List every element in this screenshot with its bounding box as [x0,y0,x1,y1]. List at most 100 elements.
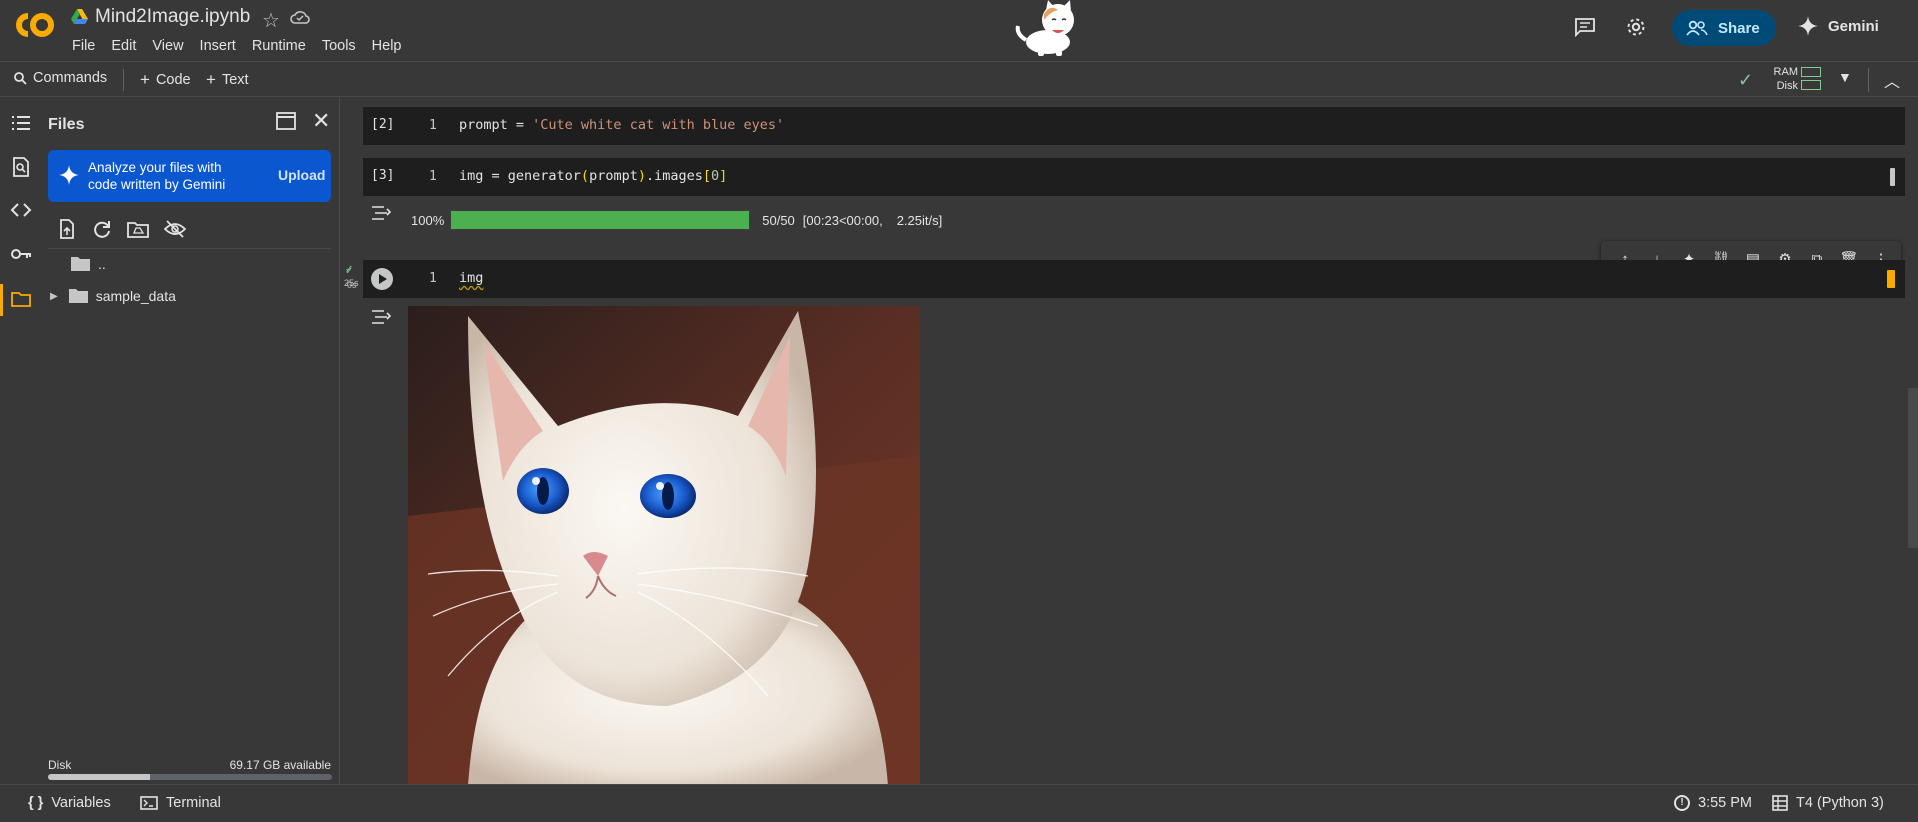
terminal-label: Terminal [166,795,221,811]
menu-view[interactable]: View [152,38,183,54]
folder-open-icon [71,257,90,271]
secrets-key-icon[interactable] [10,243,32,265]
execution-time-status[interactable]: ! 3:55 PM [1674,795,1752,811]
code-editor[interactable]: img = generator(prompt).images[0] [459,168,727,184]
notebook-toolbar: Commands + Code + Text ✓ RAM Disk ▼ ︿ [0,61,1918,97]
divider [48,248,331,249]
run-cell-button[interactable] [371,268,393,290]
people-icon [1686,20,1708,36]
code-cell[interactable]: 1 img [363,260,1905,298]
line-number: 1 [429,118,437,133]
status-bar: { } Variables Terminal ! 3:55 PM T4 (Pyt… [0,784,1918,822]
variables-label: Variables [51,795,111,811]
code-cell[interactable]: [2] 1 prompt = 'Cute white cat with blue… [363,107,1905,145]
disk-available-text: 69.17 GB available [229,758,331,772]
tree-item-parent[interactable]: .. [70,252,106,276]
menu-insert[interactable]: Insert [200,38,236,54]
refresh-icon[interactable] [91,218,113,240]
cloud-saved-icon[interactable] [290,10,310,24]
settings-gear-icon[interactable] [1624,15,1648,39]
gemini-banner-text: Analyze your files with code written by … [88,160,226,192]
code-cell[interactable]: [3] 1 img = generator(prompt).images[0] [363,158,1905,196]
upload-button[interactable]: Upload [278,167,325,183]
menu-tools[interactable]: Tools [322,38,356,54]
menu-edit[interactable]: Edit [111,38,136,54]
menu-help[interactable]: Help [372,38,402,54]
code-token: prompt [589,168,638,184]
cell-scrollbar[interactable] [1890,168,1895,186]
search-icon [14,71,27,85]
cell-scrollbar[interactable] [1887,270,1895,288]
runtime-dropdown-icon[interactable]: ▼ [1838,69,1852,85]
add-text-button[interactable]: + Text [206,70,249,90]
add-code-button[interactable]: + Code [140,70,191,90]
code-token: img [459,270,484,286]
disk-usage-fill [48,774,151,780]
runtime-server-icon [1772,795,1788,811]
variables-button[interactable]: { } Variables [28,795,111,811]
notebook-area: [2] 1 prompt = 'Cute white cat with blue… [341,98,1918,784]
drive-icon [71,9,88,24]
progress-output: 100% 50/50 [00:23<00:00, 2.25it/s] [411,210,942,230]
share-button[interactable]: Share [1672,10,1776,46]
gemini-sparkle-icon [59,165,79,185]
disk-usage-label: Disk [48,758,72,772]
tree-item-sample-data[interactable]: ▶ sample_data [50,284,176,308]
expand-arrow-icon[interactable]: ▶ [50,291,58,302]
gemini-analyze-banner: Analyze your files with code written by … [48,150,331,202]
code-snippets-icon[interactable] [10,199,32,221]
menu-bar: File Edit View Insert Runtime Tools Help [72,38,418,54]
header: Mind2Image.ipynb ☆ File Edit View Insert… [0,0,1918,61]
colab-logo-icon[interactable] [14,10,56,40]
resource-labels[interactable]: RAM Disk [1772,65,1798,93]
output-actions-icon[interactable] [371,204,393,222]
output-actions-icon[interactable] [371,308,393,326]
gemini-button[interactable]: Gemini [1798,16,1879,36]
collapse-header-icon[interactable]: ︿ [1884,68,1900,92]
code-number-token: 0 [711,168,720,184]
run-success-check-icon: ✓ [345,266,354,277]
mount-drive-icon[interactable] [127,218,149,240]
notebook-title[interactable]: Mind2Image.ipynb [95,6,250,28]
line-number: 1 [429,271,437,286]
cat-mascot-image [1015,0,1074,56]
close-icon[interactable]: ✕ [312,108,330,134]
connected-check-icon: ✓ [1738,70,1754,90]
code-token: .images [645,168,703,184]
progress-count: 50/50 [762,212,795,228]
progress-bar [450,210,751,230]
open-in-new-window-icon[interactable] [276,112,296,130]
code-token: prompt = [459,117,533,133]
code-string-token: 'Cute white cat with blue eyes' [532,117,785,133]
files-panel: Files ✕ Analyze your files with code wri… [40,98,340,784]
menu-runtime[interactable]: Runtime [252,38,306,54]
gemini-label: Gemini [1828,17,1879,35]
execution-count: [3] [371,168,395,183]
files-panel-title: Files [48,116,85,133]
terminal-button[interactable]: Terminal [140,795,221,811]
hide-eye-icon[interactable] [164,218,186,240]
runtime-status[interactable]: T4 (Python 3) [1772,795,1884,811]
notebook-scrollbar[interactable] [1908,388,1918,548]
disk-label: Disk [1776,80,1798,92]
colab-window: Mind2Image.ipynb ☆ File Edit View Insert… [0,0,1918,822]
commands-button[interactable]: Commands [14,70,107,86]
files-folder-icon[interactable] [10,288,32,310]
progress-percent: 100% [411,212,445,228]
toolbar-divider [1868,68,1869,92]
disk-meter [1801,80,1821,90]
comment-icon[interactable] [1574,17,1596,37]
find-in-notebook-icon[interactable] [10,156,32,178]
code-editor[interactable]: img [459,270,483,286]
upload-file-icon[interactable] [56,218,78,240]
braces-icon: { } [28,795,44,811]
table-of-contents-icon[interactable] [10,112,32,134]
gemini-sparkle-icon [1798,16,1818,36]
tree-item-label: .. [98,256,106,272]
code-editor[interactable]: prompt = 'Cute white cat with blue eyes' [459,117,784,133]
resource-meters[interactable] [1801,67,1821,93]
menu-file[interactable]: File [72,38,95,54]
plus-icon: + [206,70,216,89]
star-icon[interactable]: ☆ [262,8,280,33]
status-time: 3:55 PM [1698,795,1752,811]
